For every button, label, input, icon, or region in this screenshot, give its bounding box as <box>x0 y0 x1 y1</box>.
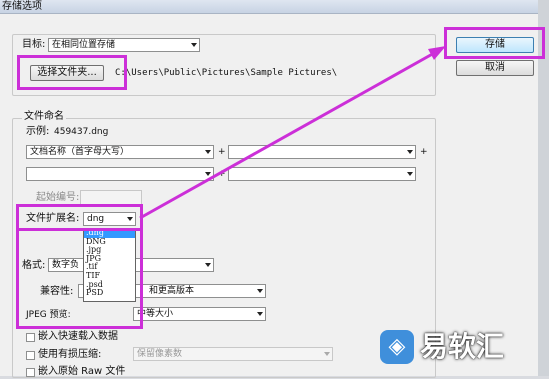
save-options-dialog: 存储选项 目标: 在相同位置存储 选择文件夹... C:\Users\Publi… <box>0 0 549 378</box>
watermark: ◈ 易软汇 <box>372 322 542 372</box>
watermark-text: 易软汇 <box>420 330 505 363</box>
logo-icon: ◈ <box>380 330 414 364</box>
annotation-arrow <box>139 46 446 220</box>
